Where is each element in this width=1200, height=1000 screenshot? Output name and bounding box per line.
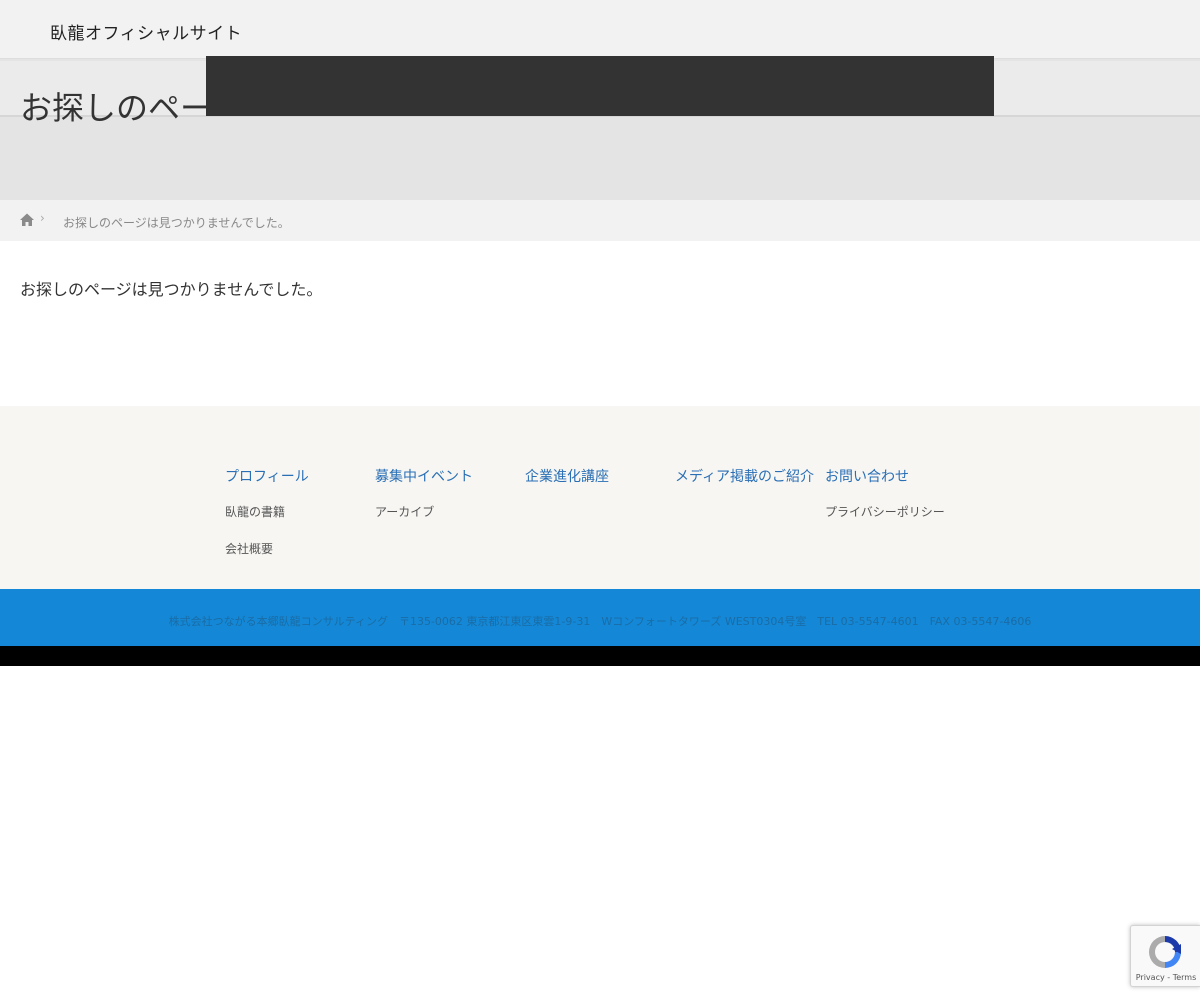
site-title-link[interactable]: 臥龍オフィシャルサイト xyxy=(50,19,242,44)
company-address: 株式会社つながる本郷臥龍コンサルティング 〒135-0062 東京都江東区東雲1… xyxy=(168,615,1032,628)
footer-link-privacy[interactable]: プライバシーポリシー xyxy=(825,503,975,523)
footer-link-archive[interactable]: アーカイブ xyxy=(375,503,525,523)
footer-column-events: 募集中イベント アーカイブ xyxy=(375,466,525,523)
recaptcha-icon xyxy=(1149,936,1181,968)
page-title: お探しのペー xyxy=(20,89,213,127)
breadcrumb-current: お探しのページは見つかりませんでした。 xyxy=(63,216,290,230)
footer-column-profile: プロフィール 臥龍の書籍 会社概要 xyxy=(225,466,375,560)
not-found-message: お探しのページは見つかりませんでした。 xyxy=(20,280,323,299)
recaptcha-badge[interactable]: Privacy - Terms xyxy=(1130,925,1200,987)
footer-column-media: メディア掲載のご紹介 xyxy=(675,466,825,486)
footer-heading-contact[interactable]: お問い合わせ xyxy=(825,466,975,486)
recaptcha-links: Privacy - Terms xyxy=(1131,973,1200,982)
footer-nav: プロフィール 臥龍の書籍 会社概要 募集中イベント アーカイブ 企業進化講座 メ… xyxy=(0,406,1200,589)
recaptcha-terms-link[interactable]: Terms xyxy=(1173,973,1197,982)
footer-bottom-bar xyxy=(0,646,1200,666)
recaptcha-privacy-link[interactable]: Privacy xyxy=(1136,973,1165,982)
breadcrumb: › お探しのページは見つかりませんでした。 xyxy=(0,200,1200,241)
site-header: 臥龍オフィシャルサイト xyxy=(0,0,1200,59)
footer-heading-events[interactable]: 募集中イベント xyxy=(375,466,525,486)
footer-link-company[interactable]: 会社概要 xyxy=(225,540,375,560)
footer-heading-media[interactable]: メディア掲載のご紹介 xyxy=(675,466,825,486)
footer-link-books[interactable]: 臥龍の書籍 xyxy=(225,503,375,523)
recaptcha-separator: - xyxy=(1164,973,1173,982)
footer-column-contact: お問い合わせ プライバシーポリシー xyxy=(825,466,975,523)
footer-address-bar: 株式会社つながる本郷臥龍コンサルティング 〒135-0062 東京都江東区東雲1… xyxy=(0,589,1200,646)
footer-column-course: 企業進化講座 xyxy=(525,466,675,486)
breadcrumb-separator-icon: › xyxy=(40,211,45,225)
home-icon[interactable] xyxy=(19,212,35,228)
footer-heading-profile[interactable]: プロフィール xyxy=(225,466,375,486)
footer-heading-course[interactable]: 企業進化講座 xyxy=(525,466,675,486)
dark-overlay-banner xyxy=(206,56,994,116)
